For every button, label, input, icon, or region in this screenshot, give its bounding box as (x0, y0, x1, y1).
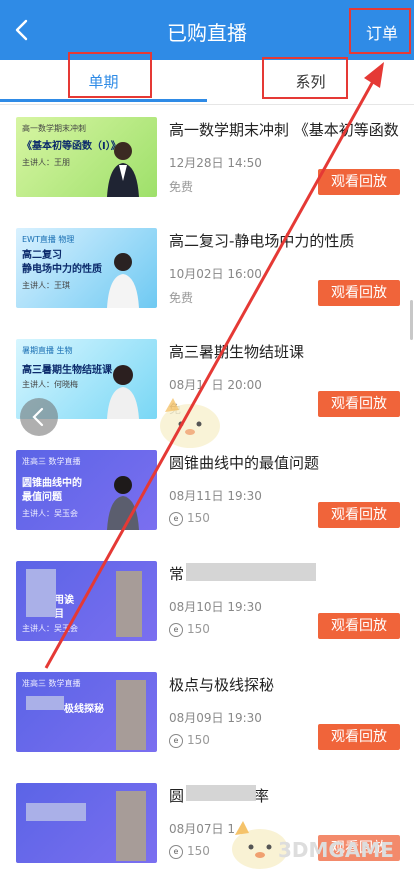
item-price: 免费 (169, 180, 194, 194)
thumb-title: 高二复习 (22, 250, 62, 261)
thumb-caption: 高一数学期末冲刺 (22, 124, 86, 133)
watch-replay-button[interactable]: 观看回放 (318, 280, 400, 306)
mascot-watermark-icon (160, 398, 220, 448)
course-thumbnail: EWT直播 物理 高二复习 静电场中力的性质 主讲人：王琪 (16, 228, 157, 308)
chevron-left-icon (32, 407, 44, 427)
course-thumbnail: 高一数学期末冲刺 《基本初等函数（Ⅰ）》 主讲人：王朋 (16, 117, 157, 197)
item-time-part: 日 20:00 (211, 378, 262, 392)
thumb-caption: 暑期直播 生物 (22, 346, 73, 355)
item-price: 免费 (169, 291, 194, 305)
item-price-value: 150 (187, 622, 210, 636)
item-price: e 150 (169, 733, 210, 748)
thumb-title: 圆锥曲线中的 (22, 478, 82, 489)
pixelated-area (116, 791, 146, 861)
item-price-value: 150 (187, 844, 210, 858)
purchased-live-list: 高一数学期末冲刺 《基本初等函数（Ⅰ）》 主讲人：王朋 高一数学期末冲刺 《基本… (0, 105, 414, 882)
list-item[interactable]: EWT直播 物理 高二复习 静电场中力的性质 主讲人：王琪 高二复习-静电场中力… (0, 216, 414, 327)
item-price: e 150 (169, 844, 210, 859)
item-time: 08月10日 19:30 (169, 600, 262, 614)
thumb-subtitle: 静电场中力的性质 (22, 264, 102, 275)
highlight-box-order (349, 8, 411, 54)
pixelated-area (26, 696, 64, 710)
course-thumbnail: 准高三 数学直播 极线探秘 (16, 672, 157, 752)
teacher-photo (107, 476, 139, 530)
pixelated-area (26, 569, 56, 617)
highlight-box-series-tab (262, 57, 348, 99)
active-tab-indicator (0, 99, 207, 102)
watch-replay-button[interactable]: 观看回放 (318, 613, 400, 639)
item-title: 高三暑期生物结班课 (169, 343, 305, 361)
item-title-part: 率 (254, 787, 270, 805)
pixelated-area (116, 680, 146, 750)
teacher-photo (107, 142, 139, 197)
thumb-title: 用诶 (54, 595, 74, 606)
highlight-box-single-tab (68, 52, 152, 98)
pixelated-area (116, 571, 142, 637)
thumb-subtitle: 最值问题 (22, 492, 62, 503)
item-time: 08月09日 19:30 (169, 711, 262, 725)
pixelated-area (186, 785, 256, 801)
thumb-lecturer: 主讲人：吴玉会 (22, 624, 78, 633)
thumb-title: 极线探秘 (64, 704, 104, 715)
pixelated-area (26, 803, 86, 821)
coin-icon: e (169, 622, 183, 637)
pixelated-area (186, 563, 316, 581)
watch-replay-button[interactable]: 观看回放 (318, 169, 400, 195)
watermark-text: 3DMGAME (278, 838, 394, 862)
item-price: e 150 (169, 622, 210, 637)
list-item[interactable]: 准高三 数学直播 极线探秘 极点与极线探秘 08月09日 19:30 e 150 … (0, 660, 414, 771)
watch-replay-button[interactable]: 观看回放 (318, 502, 400, 528)
teacher-photo (107, 253, 139, 308)
thumb-caption: EWT直播 物理 (22, 235, 75, 244)
coin-icon: e (169, 511, 183, 526)
coin-icon: e (169, 733, 183, 748)
coin-icon: e (169, 844, 183, 859)
thumb-lecturer: 主讲人：王朋 (22, 158, 70, 167)
thumb-lecturer: 主讲人：王琪 (22, 281, 70, 290)
item-title: 高二复习-静电场中力的性质 (169, 232, 355, 250)
item-time: 12月28日 14:50 (169, 156, 262, 170)
list-item[interactable]: 圆率 08月07日 1 e 150 观看回放 (0, 771, 414, 882)
watch-replay-button[interactable]: 观看回放 (318, 391, 400, 417)
watch-replay-button[interactable]: 观看回放 (318, 724, 400, 750)
course-thumbnail: 用诶 目 主讲人：吴玉会 (16, 561, 157, 641)
prev-page-button[interactable] (20, 398, 58, 436)
item-title: 圆锥曲线中的最值问题 (169, 454, 320, 472)
thumb-caption: 准高三 数学直播 (22, 457, 81, 466)
item-time: 08月11日 19:30 (169, 489, 262, 503)
item-title-part: 圆 (169, 787, 185, 805)
item-price-value: 150 (187, 733, 210, 747)
item-title: 高一数学期末冲刺 《基本初等函数 (169, 121, 399, 139)
item-price: e 150 (169, 511, 210, 526)
course-thumbnail: 准高三 数学直播 圆锥曲线中的 最值问题 主讲人：吴玉会 (16, 450, 157, 530)
item-time-part: 08月1 (169, 378, 204, 392)
item-price-value: 150 (187, 511, 210, 525)
list-item[interactable]: 用诶 目 主讲人：吴玉会 常 08月10日 19:30 e 150 观看回放 (0, 549, 414, 660)
thumb-caption: 准高三 数学直播 (22, 679, 81, 688)
list-item[interactable]: 准高三 数学直播 圆锥曲线中的 最值问题 主讲人：吴玉会 圆锥曲线中的最值问题 … (0, 438, 414, 549)
item-time: 08月18日 20:00 (169, 376, 262, 393)
teacher-photo (107, 365, 139, 419)
item-time: 10月02日 16:00 (169, 267, 262, 281)
course-thumbnail (16, 783, 157, 863)
thumb-lecturer: 主讲人：何晓梅 (22, 380, 78, 389)
thumb-lecturer: 主讲人：吴玉会 (22, 509, 78, 518)
scrollbar[interactable] (410, 300, 413, 340)
thumb-title: 高三暑期生物结班课 (22, 365, 112, 376)
list-item[interactable]: 高一数学期末冲刺 《基本初等函数（Ⅰ）》 主讲人：王朋 高一数学期末冲刺 《基本… (0, 105, 414, 216)
item-title: 极点与极线探秘 (169, 676, 275, 694)
